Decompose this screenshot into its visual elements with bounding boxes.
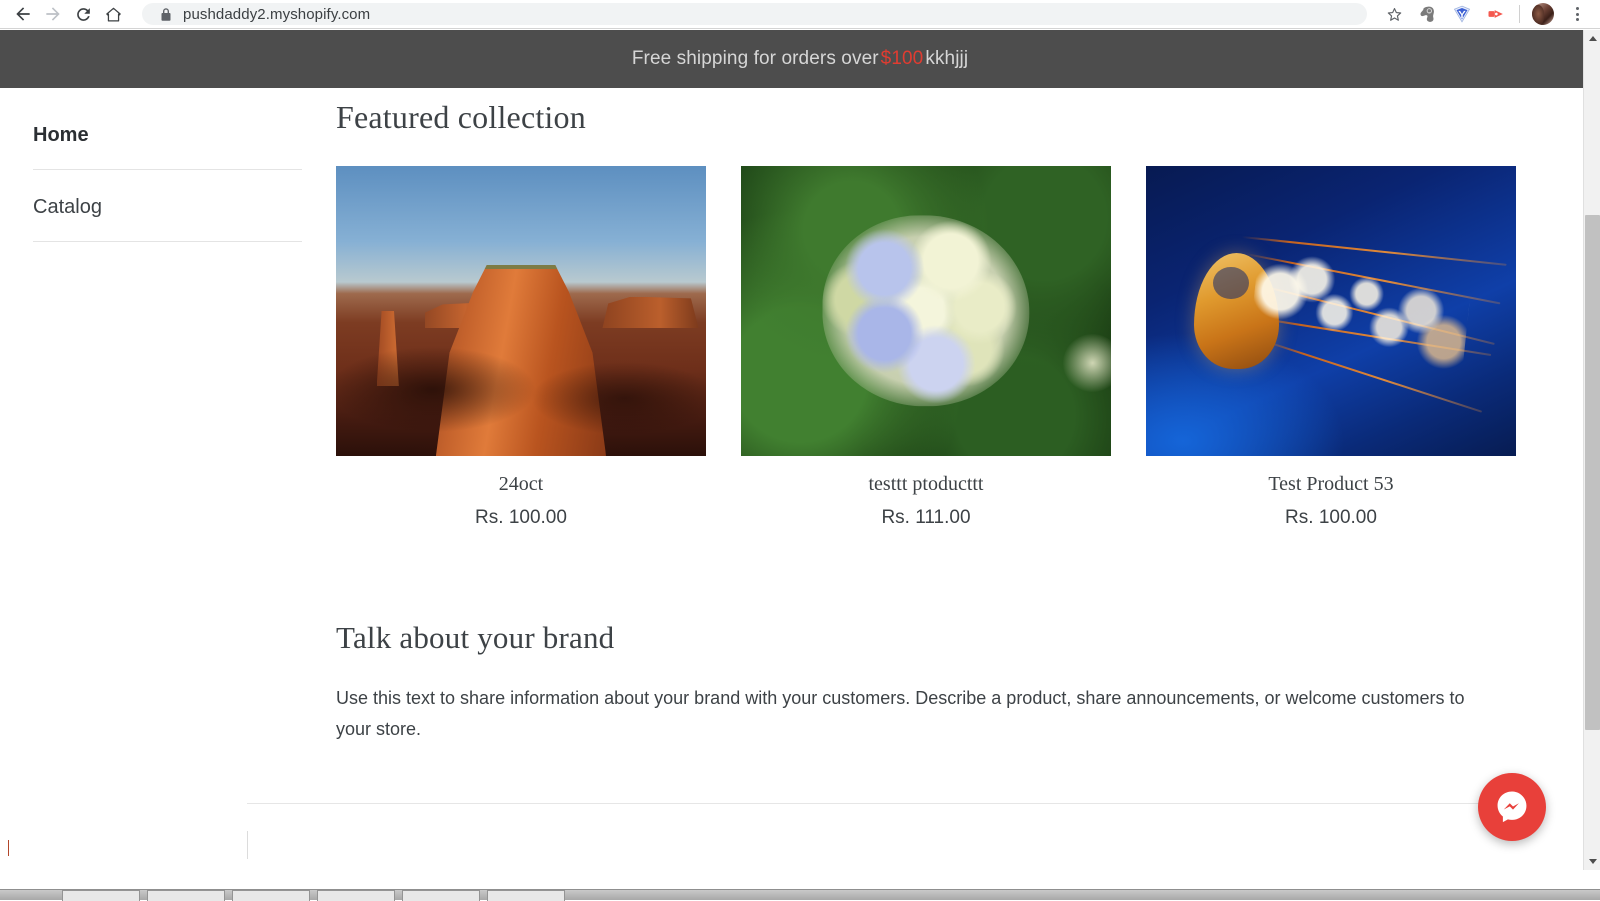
sidebar-navigation: Home Catalog [0, 88, 336, 745]
toolbar-divider [1519, 5, 1520, 23]
back-button[interactable] [8, 0, 38, 28]
sidebar-item-label: Home [33, 124, 89, 146]
sidebar-item-label: Catalog [33, 196, 102, 218]
taskbar-window-button[interactable] [62, 890, 140, 901]
triangle-up-icon [1589, 36, 1597, 41]
announcement-suffix: kkhjjj [925, 48, 968, 70]
gray-head-extension-icon [1418, 4, 1438, 24]
reload-button[interactable] [68, 0, 98, 28]
extension-yandex-button[interactable] [1445, 0, 1479, 28]
product-title: 24oct [336, 473, 706, 496]
ground-shadow [336, 346, 706, 433]
page-scrollbar[interactable] [1583, 30, 1600, 870]
text-caret [8, 840, 9, 856]
product-title: testtt ptoducttt [741, 473, 1111, 496]
main-content: Featured collection 24oct Rs. 100.00 [336, 88, 1600, 745]
product-card[interactable]: testtt ptoducttt Rs. 111.00 [741, 166, 1111, 529]
lock-icon [160, 7, 172, 22]
browser-toolbar: pushdaddy2.myshopify.com [0, 0, 1600, 29]
product-price: Rs. 100.00 [336, 507, 706, 529]
address-bar[interactable]: pushdaddy2.myshopify.com [142, 3, 1367, 25]
product-grid: 24oct Rs. 100.00 testtt ptoducttt Rs. 11… [336, 166, 1516, 529]
extension-media-button[interactable] [1479, 0, 1513, 28]
product-card[interactable]: 24oct Rs. 100.00 [336, 166, 706, 529]
vertical-rule [247, 831, 248, 859]
messenger-chat-button[interactable] [1478, 773, 1546, 841]
forward-arrow-icon [43, 4, 63, 24]
page-body: Home Catalog Featured collection 24oct [0, 88, 1600, 745]
mesa-shape [602, 297, 698, 329]
scroll-up-button[interactable] [1584, 30, 1600, 47]
reload-icon [74, 5, 93, 24]
brand-section-title: Talk about your brand [336, 620, 1516, 656]
kebab-menu-icon [1576, 7, 1579, 21]
taskbar-window-button[interactable] [402, 890, 480, 901]
featured-collection-title: Featured collection [336, 99, 1516, 136]
product-image-hydrangea-flower-photo[interactable] [741, 166, 1111, 456]
avatar [1532, 3, 1554, 25]
taskbar-window-button[interactable] [232, 890, 310, 901]
os-taskbar[interactable] [0, 889, 1600, 900]
messenger-icon [1492, 787, 1532, 827]
section-divider [247, 803, 1516, 804]
sidebar-item-home[interactable]: Home [33, 118, 302, 170]
url-text: pushdaddy2.myshopify.com [183, 6, 370, 23]
announcement-bar: Free shipping for orders over $100 kkhjj… [0, 30, 1600, 88]
sidebar-item-catalog[interactable]: Catalog [33, 190, 302, 242]
announcement-amount: $100 [881, 48, 924, 70]
forward-button[interactable] [38, 0, 68, 28]
scrollbar-thumb[interactable] [1585, 215, 1600, 730]
product-card[interactable]: Test Product 53 Rs. 100.00 [1146, 166, 1516, 529]
chrome-menu-button[interactable] [1560, 0, 1594, 28]
home-button[interactable] [98, 0, 128, 28]
red-play-arrow-icon [1486, 4, 1506, 24]
product-image-jellyfish-photo[interactable] [1146, 166, 1516, 456]
triangle-down-icon [1589, 859, 1597, 864]
toolbar-icon-group [1377, 0, 1600, 28]
product-image-desert-butte-photo[interactable] [336, 166, 706, 456]
product-price: Rs. 111.00 [741, 507, 1111, 529]
brand-section-text: Use this text to share information about… [336, 683, 1501, 745]
star-icon [1385, 5, 1404, 24]
profile-avatar-button[interactable] [1526, 0, 1560, 28]
product-price: Rs. 100.00 [1146, 507, 1516, 529]
page-viewport: Free shipping for orders over $100 kkhjj… [0, 30, 1600, 870]
flower-bloom-secondary [1063, 334, 1111, 392]
taskbar-window-button[interactable] [487, 890, 565, 901]
yandex-y-icon [1452, 4, 1472, 24]
product-title: Test Product 53 [1146, 473, 1516, 496]
flower-bloom [822, 215, 1029, 406]
home-icon [104, 5, 123, 24]
taskbar-window-button[interactable] [147, 890, 225, 901]
taskbar-window-button[interactable] [317, 890, 395, 901]
scroll-down-button[interactable] [1584, 853, 1600, 870]
extension-gray-button[interactable] [1411, 0, 1445, 28]
jellyfish-oral-arms [1248, 245, 1473, 377]
back-arrow-icon [13, 4, 33, 24]
bookmark-star-button[interactable] [1377, 0, 1411, 28]
announcement-prefix: Free shipping for orders over [632, 48, 879, 70]
